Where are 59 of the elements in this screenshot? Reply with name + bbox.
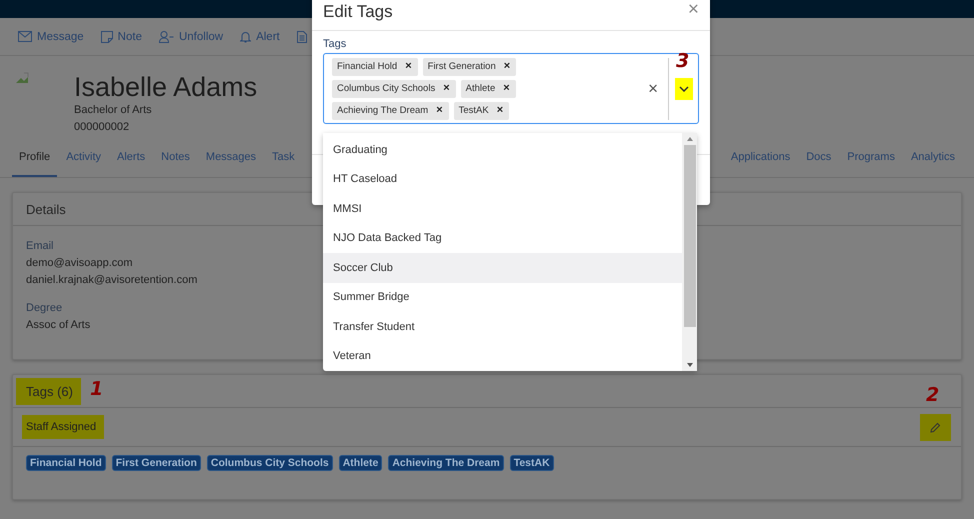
chip-label: Columbus City Schools (337, 83, 436, 94)
field-value: Assoc of Arts (26, 318, 90, 333)
chip-label: Achieving The Dream (337, 105, 428, 116)
dropdown-option[interactable]: Summer Bridge (323, 282, 682, 312)
note-icon (100, 30, 113, 42)
envelope-icon (18, 31, 32, 42)
dropdown-option[interactable]: Graduating (323, 135, 682, 164)
field-label: Email (26, 239, 54, 254)
pencil-icon (930, 422, 941, 432)
remove-tag-button[interactable]: × (504, 61, 510, 72)
student-name: Isabelle Adams (74, 72, 258, 102)
dropdown-option[interactable]: HT Caseload (323, 164, 682, 194)
tag-badge: Columbus City Schools (206, 455, 333, 471)
dropdown-option[interactable]: Veteran (323, 342, 682, 371)
chip-label: First Generation (428, 61, 496, 72)
dialog-title: Edit Tags (323, 2, 393, 22)
field-label: Degree (26, 301, 62, 316)
chevron-down-icon (679, 86, 689, 92)
remove-tag-button[interactable]: × (436, 105, 443, 116)
bell-icon (240, 30, 252, 42)
dropdown-toggle[interactable] (675, 78, 693, 100)
tag-badge: Athlete (338, 455, 382, 471)
dropdown-option[interactable]: Transfer Student (323, 312, 682, 342)
field-label: Tags (323, 38, 348, 50)
scroll-down-icon[interactable] (686, 363, 692, 367)
scroll-up-icon[interactable] (686, 137, 692, 141)
document-icon[interactable] (296, 30, 307, 42)
card-title: Tags (6) (16, 378, 81, 404)
tag-badge: Achieving The Dream (388, 455, 504, 471)
tag-badge: TestAK (510, 455, 554, 471)
degree-text: Bachelor of Arts (74, 103, 153, 118)
scrollbar[interactable] (682, 133, 697, 371)
group-label: Staff Assigned (22, 415, 104, 439)
edit-button[interactable] (920, 414, 951, 440)
remove-tag-button[interactable]: × (405, 61, 412, 72)
annotation-number: 1 (90, 378, 104, 400)
tab[interactable]: Profile (12, 138, 58, 177)
clear-button[interactable]: × (638, 78, 668, 98)
remove-tag-button[interactable]: × (496, 105, 504, 116)
dropdown-option[interactable]: MMSI (323, 194, 682, 224)
student-id: 000000002 (74, 120, 130, 135)
chip-label: TestAK (458, 105, 489, 116)
tag-badge: First Generation (112, 455, 201, 471)
tag-badge: Financial Hold (26, 455, 106, 471)
remove-tag-button[interactable]: × (443, 83, 450, 94)
user-minus-icon (158, 30, 174, 42)
chip-label: Athlete (466, 83, 496, 94)
card-title: Details (26, 200, 66, 218)
close-button[interactable]: × (688, 0, 699, 21)
field-value: demo@avisoapp.com (26, 256, 133, 271)
annotation-number: 3 (676, 50, 690, 72)
field-value: daniel.krajnak@avisoretention.com (26, 273, 198, 288)
dropdown-option[interactable]: Soccer Club (323, 253, 682, 282)
annotation-number: 2 (926, 384, 940, 406)
scrollbar-thumb[interactable] (684, 145, 696, 327)
remove-tag-button[interactable]: × (503, 83, 510, 94)
broken-image-icon (15, 72, 29, 84)
chip-label: Financial Hold (337, 61, 398, 72)
dropdown-option[interactable]: NJO Data Backed Tag (323, 224, 682, 253)
